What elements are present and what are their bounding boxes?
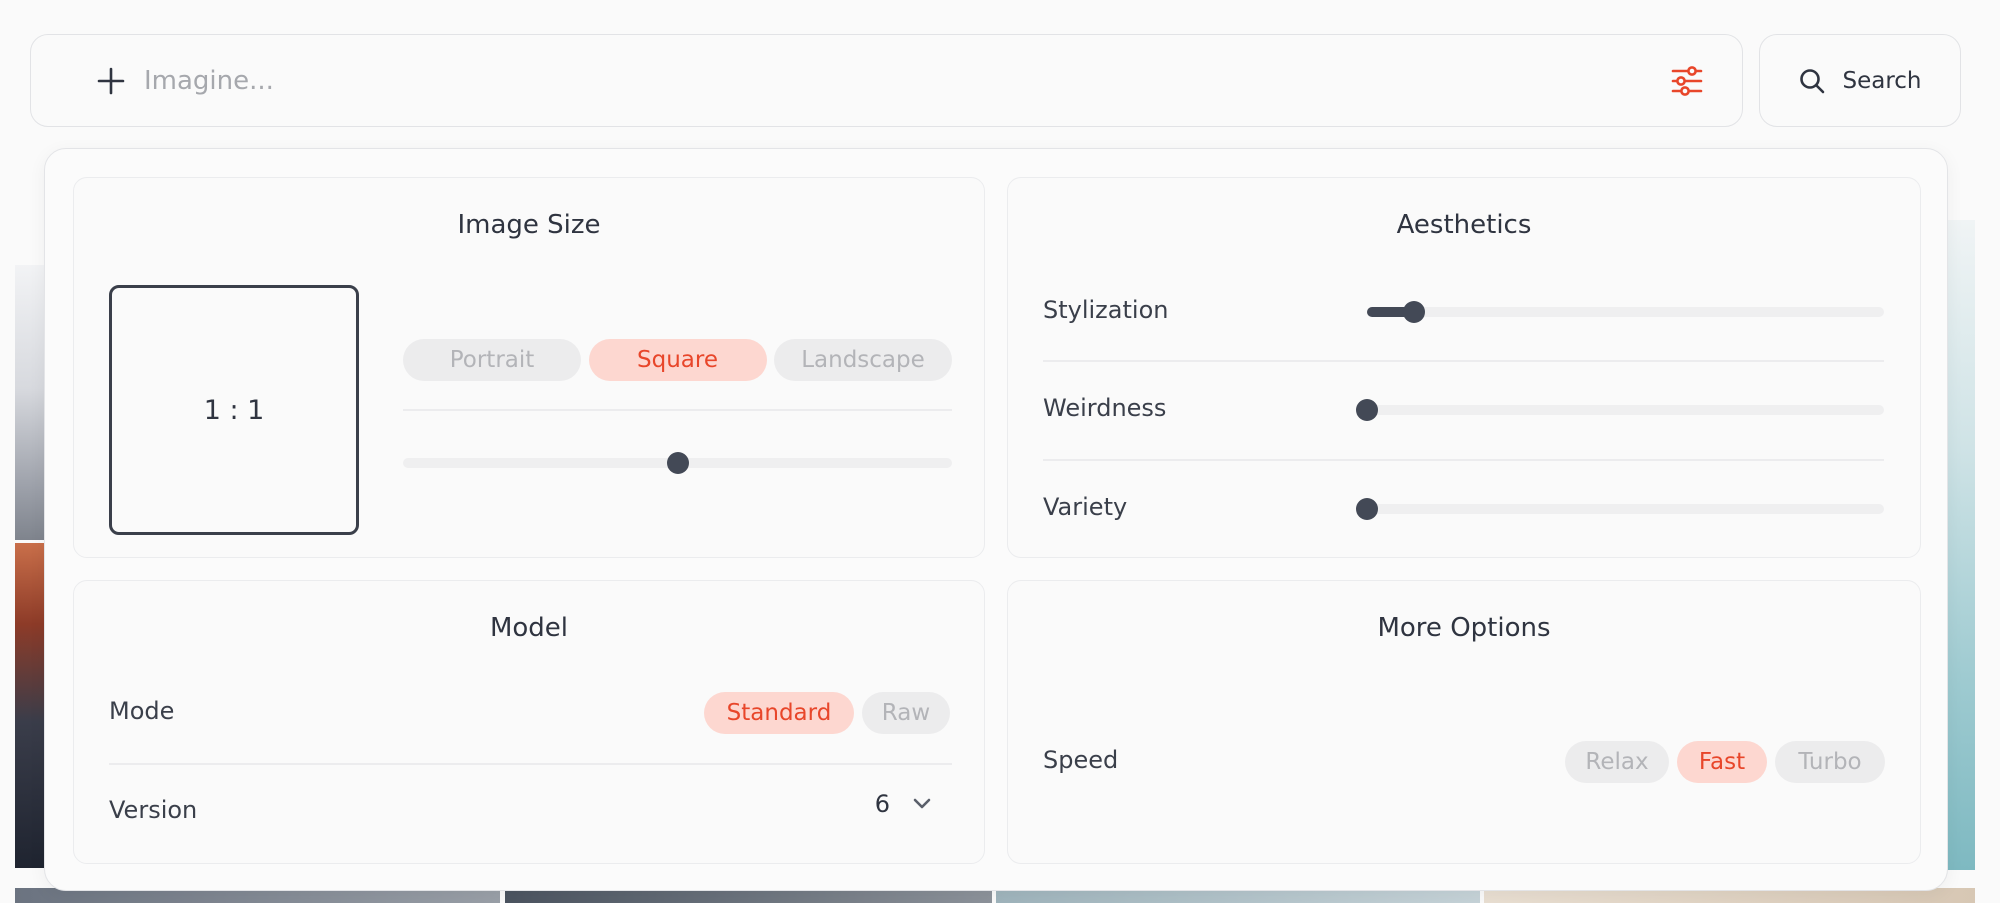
mode-label: Mode [109,697,175,725]
weirdness-label: Weirdness [1043,394,1167,422]
speed-label: Speed [1043,746,1119,774]
aesthetics-card: Aesthetics Stylization Weirdness Variety [1007,177,1921,558]
divider [1043,459,1884,461]
settings-panel: Image Size 1 : 1 Portrait Square Landsca… [44,148,1948,891]
stylization-slider[interactable] [1367,301,1884,323]
more-options-card: More Options Speed Relax Fast Turbo [1007,580,1921,864]
weirdness-slider-handle[interactable] [1356,399,1378,421]
chevron-down-icon [913,798,931,809]
mode-standard-button[interactable]: Standard [704,692,854,734]
search-button-label: Search [1842,67,1922,94]
search-icon [1800,68,1825,93]
orientation-portrait-button[interactable]: Portrait [403,339,581,381]
speed-turbo-button[interactable]: Turbo [1775,741,1885,783]
aspect-ratio-label: 1 : 1 [203,394,265,426]
divider [109,763,952,765]
prompt-bar [30,34,1743,127]
orientation-options: Portrait Square Landscape [403,339,952,381]
orientation-landscape-button[interactable]: Landscape [774,339,952,381]
mode-options: Standard Raw [704,692,950,734]
aesthetics-title: Aesthetics [1396,210,1532,240]
version-value: 6 [874,790,890,818]
search-button[interactable]: Search [1759,34,1961,127]
model-card: Model Mode Standard Raw Version 6 [73,580,985,864]
sliders-icon [1671,65,1703,96]
version-label: Version [109,796,198,824]
speed-options: Relax Fast Turbo [1565,741,1885,783]
plus-icon [97,67,125,94]
version-select[interactable]: 6 [875,790,932,818]
more-options-title: More Options [1377,613,1551,643]
stylization-label: Stylization [1043,296,1169,324]
aspect-ratio-preview: 1 : 1 [109,285,359,535]
aspect-ratio-slider[interactable] [403,452,952,474]
page: Search Image Size 1 : 1 Portrait Square … [0,0,2000,903]
variety-slider[interactable] [1356,498,1884,520]
image-size-title: Image Size [457,210,601,240]
orientation-square-button[interactable]: Square [588,339,767,381]
prompt-input[interactable] [144,50,1662,111]
mode-raw-button[interactable]: Raw [862,692,950,734]
aspect-ratio-slider-handle[interactable] [666,452,689,474]
weirdness-slider[interactable] [1356,399,1884,421]
speed-fast-button[interactable]: Fast [1677,741,1767,783]
variety-label: Variety [1043,493,1128,521]
stylization-slider-handle[interactable] [1402,301,1425,323]
speed-relax-button[interactable]: Relax [1565,741,1669,783]
add-button[interactable] [86,56,136,106]
model-title: Model [489,613,569,643]
divider [1043,360,1884,362]
image-size-card: Image Size 1 : 1 Portrait Square Landsca… [73,177,985,558]
divider [403,409,952,411]
variety-slider-handle[interactable] [1356,498,1378,520]
settings-toggle-button[interactable] [1662,56,1712,106]
